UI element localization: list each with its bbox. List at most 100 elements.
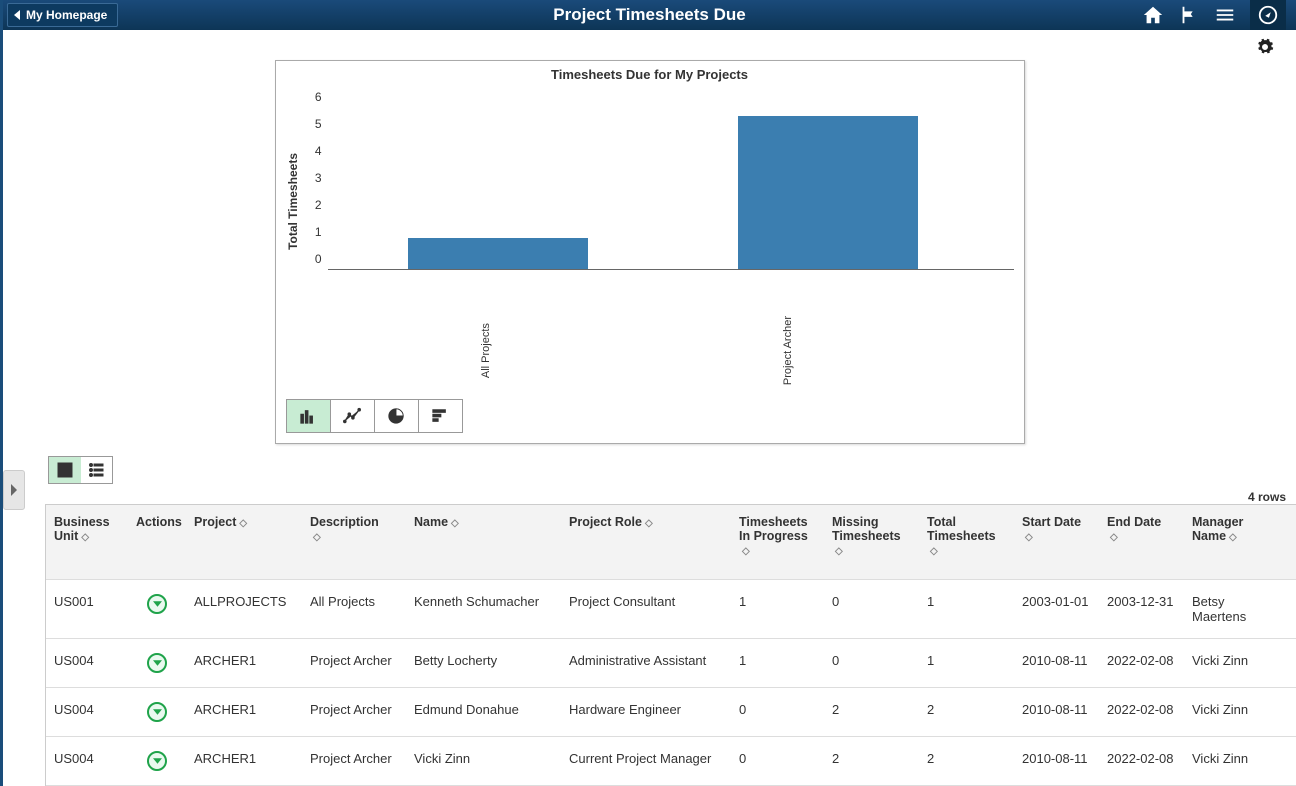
cell-end-date: 2003-12-31 [1099, 580, 1184, 638]
gear-icon[interactable] [1256, 38, 1274, 56]
sort-icon: ◇ [81, 532, 89, 543]
col-project-role[interactable]: Project Role◇ [561, 505, 731, 551]
row-actions-button[interactable] [147, 594, 167, 614]
table-body: US001ALLPROJECTSAll ProjectsKenneth Schu… [46, 580, 1296, 786]
list-view-button[interactable] [81, 457, 113, 483]
cell-actions [128, 580, 186, 638]
col-missing-timesheets[interactable]: Missing Timesheets◇ [824, 505, 919, 579]
sort-icon: ◇ [1025, 532, 1033, 543]
app-header: My Homepage Project Timesheets Due [3, 0, 1296, 30]
chart-type-line-button[interactable] [330, 399, 375, 433]
cell-project-role: Hardware Engineer [561, 688, 731, 736]
menu-icon[interactable] [1214, 4, 1236, 26]
col-business-unit[interactable]: Business Unit◇ [46, 505, 128, 565]
chart-title: Timesheets Due for My Projects [286, 67, 1014, 82]
cell-start-date: 2010-08-11 [1014, 688, 1099, 736]
cell-timesheets-in-progress: 0 [731, 737, 824, 785]
collapse-handle[interactable] [3, 470, 25, 510]
cell-total-timesheets: 2 [919, 737, 1014, 785]
cell-total-timesheets: 1 [919, 639, 1014, 687]
row-actions-button[interactable] [147, 653, 167, 673]
cell-manager-name: Vicki Zinn [1184, 737, 1289, 785]
sort-icon: ◇ [1110, 532, 1118, 543]
cell-end-date: 2022-02-08 [1099, 639, 1184, 687]
flag-icon[interactable] [1178, 4, 1200, 26]
chart-type-bar-button[interactable] [286, 399, 331, 433]
row-count: 4 rows [3, 490, 1296, 504]
col-total-timesheets[interactable]: Total Timesheets◇ [919, 505, 1014, 579]
col-end-date[interactable]: End Date◇ [1099, 505, 1184, 565]
chart-type-hbar-button[interactable] [418, 399, 463, 433]
cell-project: ALLPROJECTS [186, 580, 302, 638]
cell-name: Edmund Donahue [406, 688, 561, 736]
chart-bar-1[interactable] [408, 238, 588, 269]
cell-missing-timesheets: 0 [824, 580, 919, 638]
gear-row [3, 30, 1296, 60]
sort-icon: ◇ [239, 518, 247, 529]
sort-icon: ◇ [451, 518, 459, 529]
cell-project: ARCHER1 [186, 639, 302, 687]
col-timesheets-in-progress[interactable]: Timesheets In Progress◇ [731, 505, 824, 579]
sort-icon: ◇ [930, 546, 938, 557]
cell-actions [128, 737, 186, 785]
cell-timesheets-in-progress: 1 [731, 580, 824, 638]
pie-chart-icon [387, 407, 405, 425]
compass-button[interactable] [1250, 0, 1286, 30]
chart-toolbar [286, 399, 1014, 433]
chart-y-ticks: 6543210 [304, 86, 322, 266]
line-chart-icon [343, 407, 361, 425]
grid-view-button[interactable] [49, 457, 81, 483]
cell-manager-name: Vicki Zinn [1184, 639, 1289, 687]
chart-plot-area [328, 86, 1014, 270]
cell-name: Kenneth Schumacher [406, 580, 561, 638]
cell-total-timesheets: 1 [919, 580, 1014, 638]
chevron-down-icon [153, 758, 162, 764]
table-row: US004 ARCHER1Project ArcherEdmund Donahue… [46, 688, 1296, 737]
sort-icon: ◇ [313, 532, 321, 543]
cell-project: ARCHER1 [186, 737, 302, 785]
sort-icon: ◇ [645, 518, 653, 529]
home-icon[interactable] [1142, 4, 1164, 26]
cell-project-role: Administrative Assistant [561, 639, 731, 687]
cell-business-unit: US004 [46, 639, 128, 687]
cell-manager-name: Vicki Zinn [1184, 688, 1289, 736]
grid-icon [57, 462, 73, 478]
sort-icon: ◇ [835, 546, 843, 557]
back-label: My Homepage [26, 8, 107, 22]
cell-missing-timesheets: 0 [824, 639, 919, 687]
chart-bar-2[interactable] [738, 116, 918, 269]
cell-missing-timesheets: 2 [824, 688, 919, 736]
cell-business-unit: US001 [46, 580, 128, 638]
chevron-right-icon [9, 483, 19, 497]
back-button[interactable]: My Homepage [7, 3, 118, 27]
col-name[interactable]: Name◇ [406, 505, 561, 551]
cell-description: Project Archer [302, 737, 406, 785]
col-manager-name[interactable]: Manager Name◇ [1184, 505, 1289, 565]
cell-description: Project Archer [302, 639, 406, 687]
col-description[interactable]: Description◇ [302, 505, 406, 565]
row-actions-button[interactable] [147, 751, 167, 771]
cell-end-date: 2022-02-08 [1099, 688, 1184, 736]
cell-project-role: Project Consultant [561, 580, 731, 638]
sort-icon: ◇ [742, 546, 750, 557]
cell-project: ARCHER1 [186, 688, 302, 736]
sort-icon: ◇ [1229, 532, 1237, 543]
cell-total-timesheets: 2 [919, 688, 1014, 736]
cell-end-date: 2022-02-08 [1099, 737, 1184, 785]
table-row: US004ARCHER1Project ArcherVicki ZinnCurr… [46, 737, 1296, 786]
row-actions-button[interactable] [147, 702, 167, 722]
col-actions: Actions [128, 505, 186, 551]
col-start-date[interactable]: Start Date◇ [1014, 505, 1099, 565]
cell-actions [128, 639, 186, 687]
cell-business-unit: US004 [46, 688, 128, 736]
cell-start-date: 2010-08-11 [1014, 737, 1099, 785]
cell-description: Project Archer [302, 688, 406, 736]
cell-name: Betty Locherty [406, 639, 561, 687]
col-project[interactable]: Project◇ [186, 505, 302, 551]
table-row: US001ALLPROJECTSAll ProjectsKenneth Schu… [46, 580, 1296, 639]
cell-actions [128, 688, 186, 736]
chart-y-label: Total Timesheets [286, 153, 300, 250]
cell-timesheets-in-progress: 0 [731, 688, 824, 736]
chart-type-pie-button[interactable] [374, 399, 419, 433]
list-icon [88, 462, 104, 478]
